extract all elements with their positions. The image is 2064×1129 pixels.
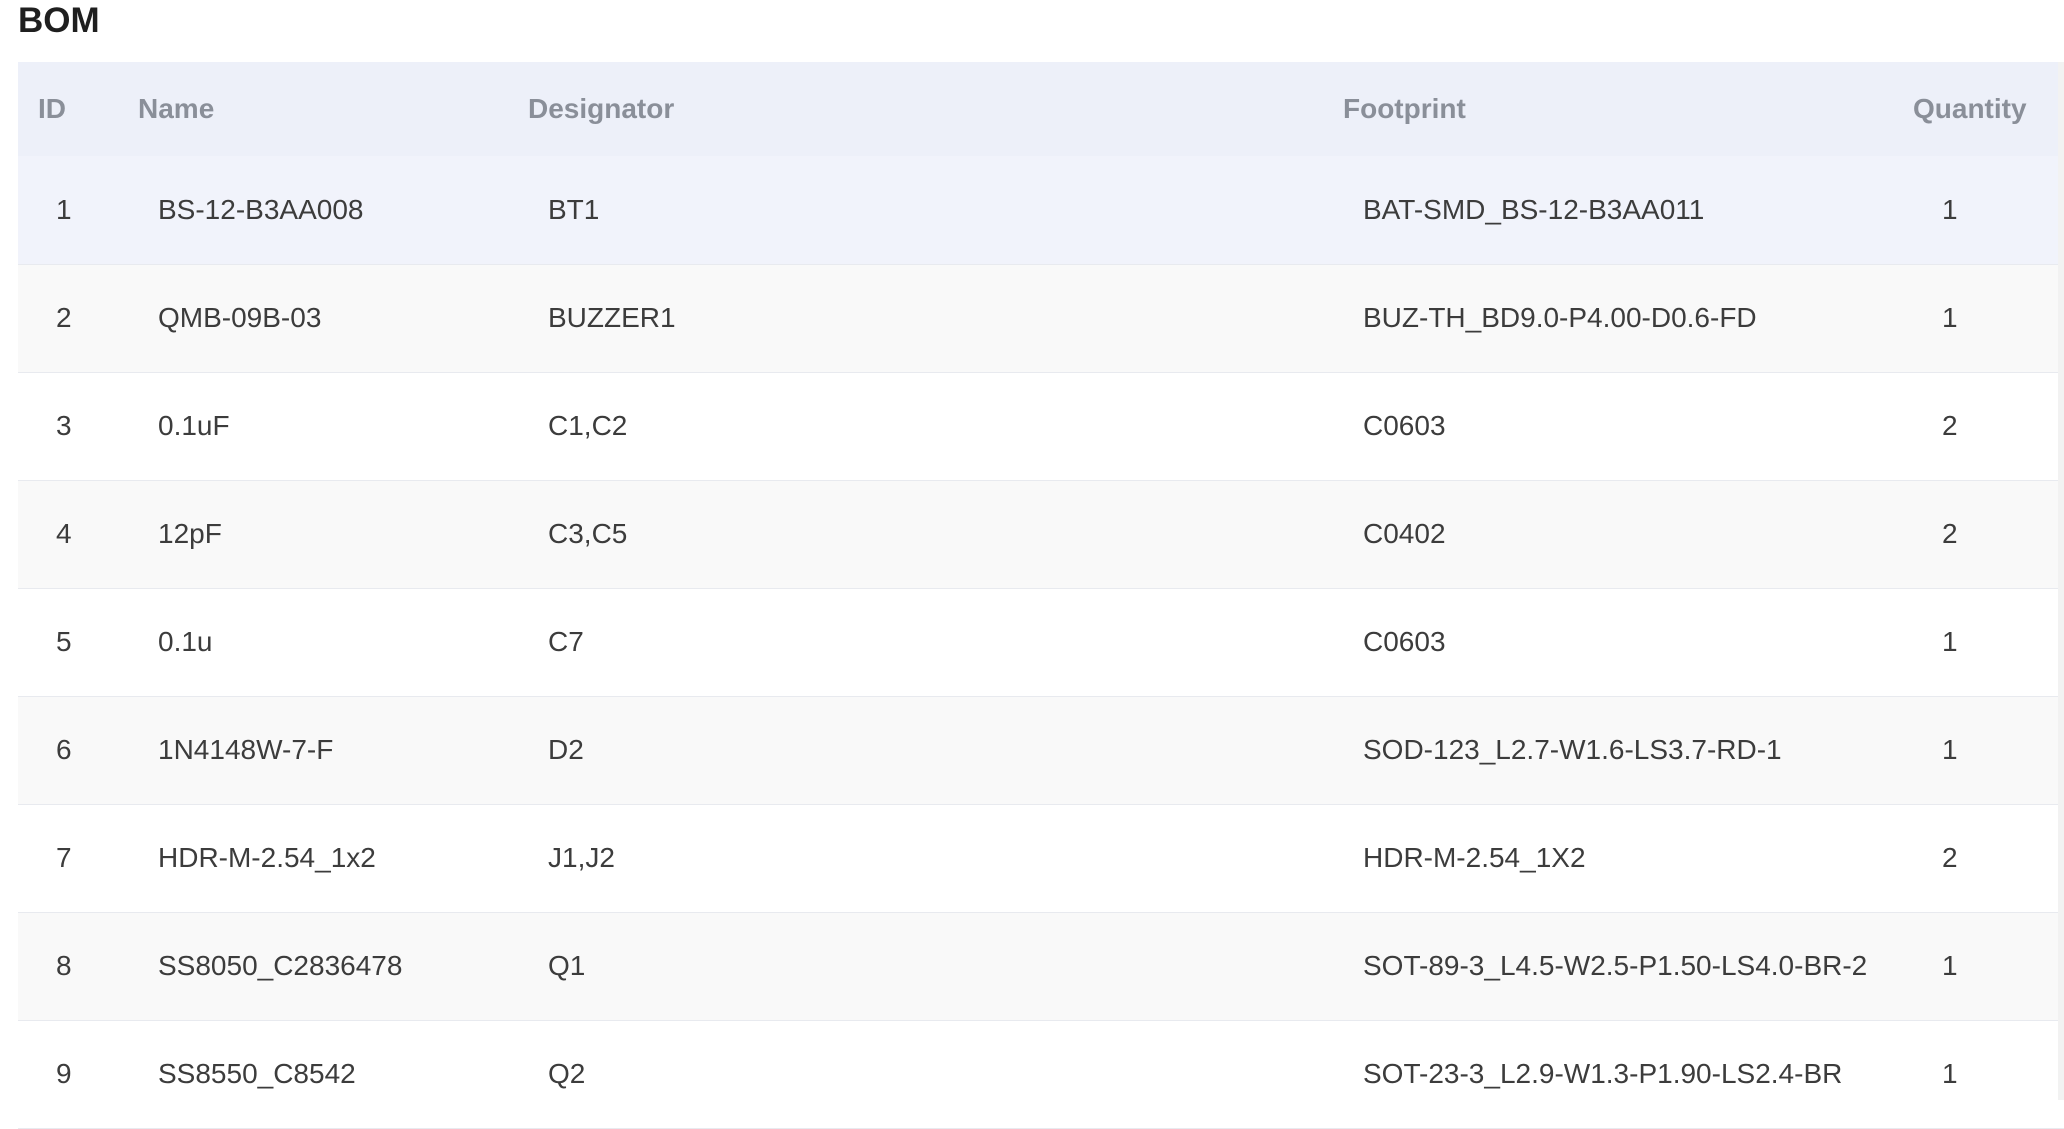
cell-footprint: C0603: [1363, 626, 1446, 657]
cell-quantity: 1: [1942, 626, 1958, 657]
cell-footprint: C0402: [1363, 518, 1446, 549]
cell-name: 12pF: [158, 518, 222, 549]
cell-quantity: 1: [1942, 734, 1958, 765]
cell-id: 9: [56, 1058, 72, 1089]
cell-id: 1: [56, 193, 72, 225]
table-row[interactable]: 8 SS8050_C2836478 Q1 SOT-89-3_L4.5-W2.5-…: [18, 912, 2064, 1020]
table-row[interactable]: 5 0.1u C7 C0603 1: [18, 588, 2064, 696]
cell-name: 1N4148W-7-F: [158, 734, 334, 765]
cell-designator: C1,C2: [548, 410, 628, 441]
table-row[interactable]: 1 BS-12-B3AA008 BT1 BAT-SMD_BS-12-B3AA01…: [18, 156, 2064, 264]
cell-quantity: 1: [1942, 302, 1958, 333]
column-header-quantity[interactable]: Quantity: [1913, 62, 2064, 156]
cell-designator: C7: [548, 626, 584, 657]
cell-designator: J1,J2: [548, 842, 615, 873]
cell-footprint: SOT-23-3_L2.9-W1.3-P1.90-LS2.4-BR: [1363, 1058, 1843, 1089]
column-header-footprint[interactable]: Footprint: [1343, 62, 1913, 156]
cell-quantity: 1: [1942, 950, 1958, 981]
bom-table: ID Name Designator Footprint Quantity 1 …: [18, 62, 2064, 1129]
cell-name: 0.1uF: [158, 410, 230, 441]
cell-id: 8: [56, 950, 72, 981]
column-header-id[interactable]: ID: [18, 62, 138, 156]
cell-name: 0.1u: [158, 626, 213, 657]
cell-id: 5: [56, 626, 72, 657]
cell-quantity: 2: [1942, 410, 1958, 441]
cell-name: QMB-09B-03: [158, 302, 322, 333]
cell-quantity: 2: [1942, 842, 1958, 873]
header-row: ID Name Designator Footprint Quantity: [18, 62, 2064, 156]
cell-name: HDR-M-2.54_1x2: [158, 842, 376, 873]
column-header-name[interactable]: Name: [138, 62, 528, 156]
cell-id: 6: [56, 734, 72, 765]
table-body: 1 BS-12-B3AA008 BT1 BAT-SMD_BS-12-B3AA01…: [18, 156, 2064, 1128]
vertical-scrollbar[interactable]: [2058, 62, 2064, 1100]
cell-id: 2: [56, 302, 72, 333]
cell-designator: BUZZER1: [548, 302, 676, 333]
cell-id: 4: [56, 518, 72, 549]
cell-footprint: BAT-SMD_BS-12-B3AA011: [1363, 193, 1705, 225]
table-row[interactable]: 3 0.1uF C1,C2 C0603 2: [18, 372, 2064, 480]
table-row[interactable]: 2 QMB-09B-03 BUZZER1 BUZ-TH_BD9.0-P4.00-…: [18, 264, 2064, 372]
cell-name: BS-12-B3AA008: [158, 193, 364, 225]
cell-footprint: HDR-M-2.54_1X2: [1363, 842, 1586, 873]
cell-designator: Q2: [548, 1058, 586, 1089]
cell-quantity: 2: [1942, 518, 1958, 549]
cell-footprint: C0603: [1363, 410, 1446, 441]
cell-id: 7: [56, 842, 72, 873]
table-row[interactable]: 6 1N4148W-7-F D2 SOD-123_L2.7-W1.6-LS3.7…: [18, 696, 2064, 804]
column-header-designator[interactable]: Designator: [528, 62, 1343, 156]
cell-id: 3: [56, 410, 72, 441]
cell-footprint: SOD-123_L2.7-W1.6-LS3.7-RD-1: [1363, 734, 1782, 765]
cell-quantity: 1: [1942, 1058, 1958, 1089]
cell-designator: BT1: [548, 193, 600, 225]
cell-quantity: 1: [1942, 193, 1958, 225]
table-row[interactable]: 9 SS8550_C8542 Q2 SOT-23-3_L2.9-W1.3-P1.…: [18, 1020, 2064, 1128]
cell-name: SS8050_C2836478: [158, 950, 403, 981]
cell-footprint: SOT-89-3_L4.5-W2.5-P1.50-LS4.0-BR-2: [1363, 950, 1868, 981]
cell-designator: C3,C5: [548, 518, 628, 549]
cell-designator: Q1: [548, 950, 586, 981]
cell-designator: D2: [548, 734, 584, 765]
cell-footprint: BUZ-TH_BD9.0-P4.00-D0.6-FD: [1363, 302, 1757, 333]
table-row[interactable]: 7 HDR-M-2.54_1x2 J1,J2 HDR-M-2.54_1X2 2: [18, 804, 2064, 912]
page-title: BOM: [18, 1, 100, 40]
table-header: ID Name Designator Footprint Quantity: [18, 62, 2064, 156]
cell-name: SS8550_C8542: [158, 1058, 356, 1089]
table-row[interactable]: 4 12pF C3,C5 C0402 2: [18, 480, 2064, 588]
